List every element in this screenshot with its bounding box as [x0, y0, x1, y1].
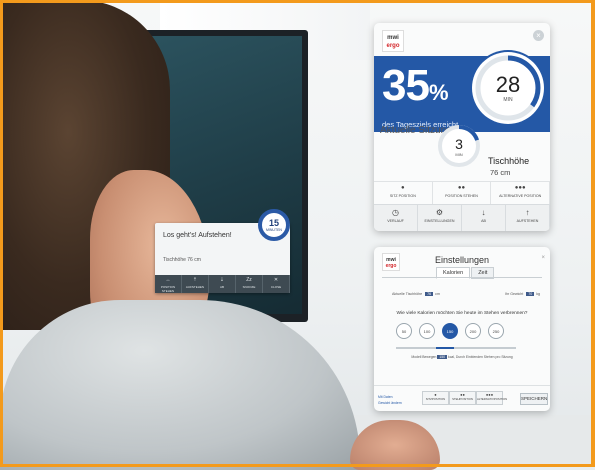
daily-goal-ring: 28 MIN: [472, 52, 544, 124]
timer-unit: MINUTEN: [266, 227, 282, 232]
calorie-option[interactable]: 250: [488, 323, 504, 339]
preset-label: ALTERNATIVE POSITION: [499, 194, 542, 198]
dots-icon: ●●●: [514, 185, 526, 191]
button-label: ALTERNATIVPOSITION: [477, 397, 508, 401]
goal-percent-sign: %: [428, 80, 449, 105]
footer-links: Mit Daten Gewicht ändern: [378, 394, 402, 406]
goal-ring-unit: MIN: [503, 97, 513, 103]
settings-widget: mwi ergo Einstellungen × Kalorien Zeit A…: [374, 247, 550, 411]
close-icon: ✕: [273, 277, 279, 283]
logo-text-bottom: ergo: [386, 43, 400, 49]
notification-action-bar: ↔ POSITION STEHEN ⇡ AUFSTEHEN ⇣ AB Zz SNOOZE…: [155, 275, 290, 293]
action-label: VERLAUF: [387, 219, 404, 223]
desktop-notification: Los geht's! Aufstehen! Tischhöhe 76 cm 1…: [155, 209, 290, 293]
current-height-input[interactable]: 76: [425, 292, 434, 296]
stand-up-button[interactable]: ↑ AUFSTEHEN: [506, 205, 550, 231]
widget-actions: ◷ VERLAUF ⚙ EINSTELLUNGEN ↓ AB ↑ AUFSTEHEN: [374, 204, 550, 231]
action-label: SNOOZE: [242, 285, 256, 289]
preset-stand-button[interactable]: ●● POSITION STEHEN: [433, 182, 492, 204]
snooze-icon: Zz: [246, 277, 252, 283]
clock-icon: ◷: [392, 208, 399, 217]
field-unit: cm: [435, 292, 440, 296]
action-label: AB: [219, 285, 224, 289]
calorie-option[interactable]: 200: [465, 323, 481, 339]
notification-message: Los geht's! Aufstehen!: [163, 232, 232, 239]
dot-icon: ●: [401, 185, 405, 191]
action-label: AUFSTEHEN: [185, 285, 205, 289]
link-data[interactable]: Mit Daten: [378, 395, 393, 399]
recommendation-prefix: Modell Bewegen: [411, 355, 437, 359]
recommendation-text: Modell Bewegen 150 kcal, Durch Einblende…: [382, 355, 542, 359]
action-label: AB: [481, 219, 486, 223]
goal-percent-value: 35: [382, 61, 430, 110]
dots-icon: ●●: [457, 185, 466, 191]
action-label: POSITION STEHEN: [160, 285, 176, 293]
preset-label: SITZ POSITION: [389, 194, 416, 198]
brand-logo: mwi ergo: [382, 30, 404, 52]
down-button[interactable]: ↓ AB: [462, 205, 506, 231]
weight-input[interactable]: 70: [526, 292, 535, 296]
settings-footer: Mit Daten Gewicht ändern ● SITZPOSITION ●…: [374, 385, 550, 411]
session-ring: 3 MIN: [436, 123, 482, 169]
save-button[interactable]: SPEICHERN: [520, 393, 548, 405]
calories-panel: Aktuelle Tischhöhe 76 cm Ihr Gewicht 70 kg…: [382, 277, 542, 388]
position-presets: ● SITZ POSITION ●● POSITION STEHEN ●●● ALTE…: [374, 181, 550, 204]
preset-sit-button[interactable]: ● SITZ POSITION: [374, 182, 433, 204]
footer-position-buttons: ● SITZPOSITION ●● STEHPOSITION ●●● ALTERNAT…: [422, 391, 507, 405]
notification-action-snooze-button[interactable]: Zz SNOOZE: [236, 275, 263, 293]
desk-height-label: Tischhöhe: [488, 156, 530, 166]
slider-fill: [436, 347, 454, 349]
footer-alt-button[interactable]: ●●● ALTERNATIVPOSITION: [476, 391, 507, 405]
recommendation-value: 150: [437, 355, 448, 359]
button-label: STEHPOSITION: [452, 397, 473, 401]
notification-height: Tischhöhe 76 cm: [163, 257, 201, 263]
gear-icon: ⚙: [435, 208, 444, 217]
down-arrow-icon: ↓: [481, 208, 486, 217]
notification-timer-badge: 15 MINUTEN: [258, 209, 290, 241]
action-label: AUFSTEHEN: [516, 219, 539, 223]
up-arrow-icon: ↑: [525, 208, 530, 217]
close-icon[interactable]: ×: [533, 30, 544, 41]
field-label: Ihr Gewicht: [505, 292, 524, 296]
goal-percent: 35%: [382, 61, 448, 111]
current-height-field: Aktuelle Tischhöhe 76 cm: [392, 292, 440, 296]
settings-title: Einstellungen: [434, 255, 490, 265]
footer-sit-button[interactable]: ● SITZPOSITION: [422, 391, 449, 405]
notification-action-stand-button[interactable]: ⇡ AUFSTEHEN: [182, 275, 209, 293]
settings-button[interactable]: ⚙ EINSTELLUNGEN: [418, 205, 462, 231]
timer-value: 15: [268, 217, 279, 228]
footer-stand-button[interactable]: ●● STEHPOSITION: [449, 391, 476, 405]
field-label: Aktuelle Tischhöhe: [392, 292, 423, 296]
move-icon: ↔: [165, 277, 171, 283]
session-ring-unit: MIN: [455, 152, 463, 157]
preset-alternative-button[interactable]: ●●● ALTERNATIVE POSITION: [491, 182, 550, 204]
calorie-option[interactable]: 50: [396, 323, 412, 339]
calorie-slider[interactable]: [396, 347, 516, 349]
close-icon[interactable]: ×: [541, 255, 545, 261]
link-weight[interactable]: Gewicht ändern: [378, 401, 402, 405]
recommendation-suffix: kcal, Durch Einblenden Stehen pro Sitzun…: [448, 355, 513, 359]
button-label: SITZPOSITION: [425, 397, 446, 401]
action-label: EINSTELLUNGEN: [424, 219, 455, 223]
down-arrow-icon: ⇣: [219, 277, 225, 283]
notification-action-position-button[interactable]: ↔ POSITION STEHEN: [155, 275, 182, 293]
notification-action-down-button[interactable]: ⇣ AB: [209, 275, 236, 293]
progress-widget: mwi ergo × 35% des Tagesziels erreicht 2…: [374, 23, 550, 231]
field-unit: kg: [536, 292, 540, 296]
calorie-option-selected[interactable]: 150: [442, 323, 458, 339]
session-ring-value: 3: [455, 136, 463, 152]
action-label: CLOSE: [270, 285, 282, 289]
goal-ring-value: 28: [495, 72, 521, 97]
preset-label: POSITION STEHEN: [445, 194, 478, 198]
logo-text-top: mwi: [387, 35, 399, 41]
calorie-options: 50 100 150 200 250: [396, 323, 504, 339]
notification-action-close-button[interactable]: ✕ CLOSE: [263, 275, 290, 293]
history-button[interactable]: ◷ VERLAUF: [374, 205, 418, 231]
calorie-question: Wie viele Kalorien möchten Sie heute im …: [396, 311, 528, 316]
user-parameters: Aktuelle Tischhöhe 76 cm Ihr Gewicht 70 kg: [392, 292, 540, 296]
weight-field: Ihr Gewicht 70 kg: [505, 292, 540, 296]
desk-height-value: 76 cm: [490, 168, 511, 177]
up-arrow-icon: ⇡: [192, 277, 198, 283]
calorie-option[interactable]: 100: [419, 323, 435, 339]
